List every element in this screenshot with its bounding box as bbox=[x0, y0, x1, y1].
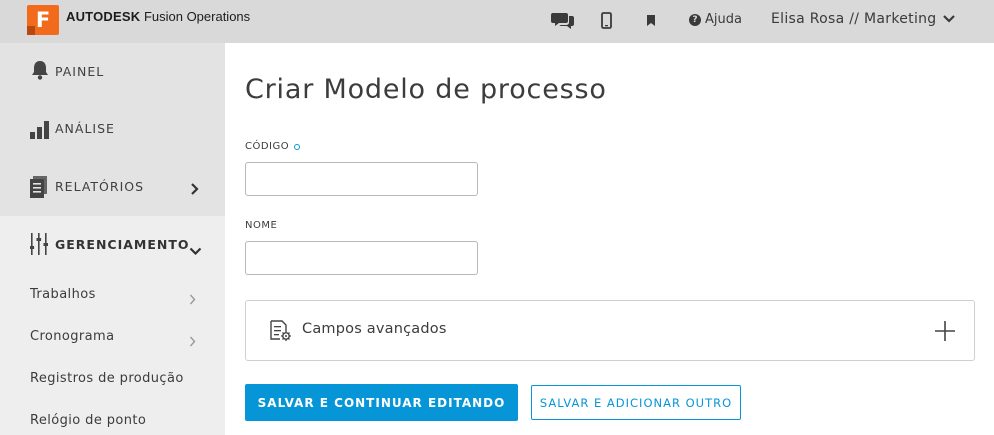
required-indicator-icon bbox=[294, 143, 301, 150]
chevron-right-icon bbox=[189, 332, 196, 351]
top-bar: F AUTODESK Fusion Operations ? Ajuda Eli… bbox=[0, 0, 994, 43]
sidebar-subitem-registros-de-producao[interactable]: Registros de produção bbox=[30, 371, 184, 386]
user-label: Elisa Rosa // Marketing bbox=[771, 11, 937, 27]
nome-label: NOME bbox=[245, 220, 277, 231]
help-icon: ? bbox=[689, 13, 701, 26]
sidebar-item-label: PAINEL bbox=[55, 64, 105, 79]
reports-icon bbox=[30, 176, 50, 198]
subitem-label: Trabalhos bbox=[30, 287, 96, 302]
subitem-label: Registros de produção bbox=[30, 371, 184, 386]
sidebar-item-gerenciamento[interactable]: GERENCIAMENTO bbox=[0, 216, 225, 273]
bell-icon bbox=[30, 59, 50, 81]
sidebar-item-label: ANÁLISE bbox=[55, 121, 115, 136]
sidebar-item-label: RELATÓRIOS bbox=[55, 179, 145, 194]
subitem-label: Relógio de ponto bbox=[30, 413, 147, 428]
plus-icon[interactable] bbox=[934, 320, 956, 346]
help-label: Ajuda bbox=[705, 12, 742, 27]
sidebar-subitem-relogio-de-ponto[interactable]: Relógio de ponto bbox=[30, 413, 146, 428]
nome-input[interactable] bbox=[245, 241, 478, 275]
chevron-right-icon bbox=[190, 180, 199, 199]
mobile-icon[interactable] bbox=[601, 10, 612, 30]
chat-icon[interactable] bbox=[551, 10, 575, 30]
save-and-continue-editing-button[interactable]: SALVAR E CONTINUAR EDITANDO bbox=[245, 384, 518, 421]
page-title: Criar Modelo de processo bbox=[245, 74, 607, 105]
codigo-label: CÓDIGO bbox=[245, 141, 301, 152]
nome-label-text: NOME bbox=[245, 220, 278, 231]
sidebar-subitem-cronograma[interactable]: Cronograma bbox=[30, 329, 114, 344]
sidebar-item-painel[interactable]: PAINEL bbox=[0, 43, 225, 100]
sidebar-subitem-trabalhos[interactable]: Trabalhos bbox=[30, 287, 96, 302]
advanced-settings-icon bbox=[270, 320, 292, 346]
user-menu[interactable]: Elisa Rosa // Marketing bbox=[771, 11, 955, 27]
advanced-fields-panel[interactable]: Campos avançados bbox=[245, 300, 975, 361]
sidebar-item-label: GERENCIAMENTO bbox=[55, 237, 190, 252]
chevron-down-icon bbox=[189, 241, 202, 260]
bookmark-icon[interactable] bbox=[646, 10, 656, 30]
help-link[interactable]: ? Ajuda bbox=[689, 12, 742, 27]
sidebar-item-relatorios[interactable]: RELATÓRIOS bbox=[0, 158, 225, 215]
chevron-right-icon bbox=[189, 290, 196, 309]
sidebar: PAINEL ANÁLISE RELATÓRIOS GERENCIAMENTO … bbox=[0, 43, 225, 435]
brand-title: AUTODESK Fusion Operations bbox=[66, 9, 250, 24]
sliders-icon bbox=[29, 233, 50, 255]
subitem-label: Cronograma bbox=[30, 329, 115, 344]
chevron-down-icon bbox=[942, 11, 955, 27]
advanced-fields-label: Campos avançados bbox=[302, 321, 447, 337]
codigo-label-text: CÓDIGO bbox=[245, 141, 290, 152]
product-name: Fusion Operations bbox=[143, 9, 251, 24]
save-and-add-another-button[interactable]: SALVAR E ADICIONAR OUTRO bbox=[531, 385, 741, 420]
brand-name: AUTODESK bbox=[66, 9, 141, 24]
bar-chart-icon bbox=[30, 119, 50, 141]
codigo-input[interactable] bbox=[245, 162, 478, 196]
logo-fold bbox=[27, 26, 35, 35]
sidebar-item-analise[interactable]: ANÁLISE bbox=[0, 100, 225, 157]
